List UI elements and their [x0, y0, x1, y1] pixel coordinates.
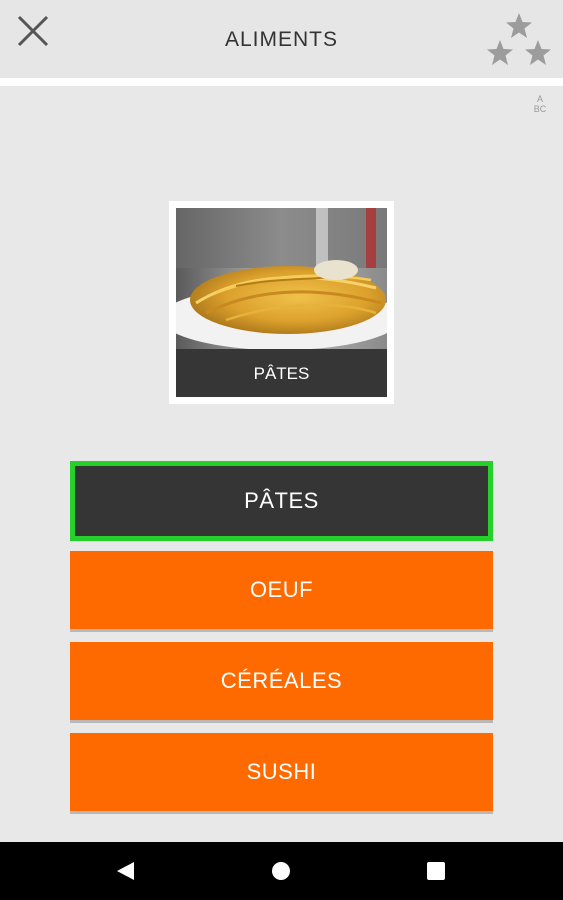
stars-button[interactable] [483, 10, 555, 70]
abc-icon[interactable]: A BC [529, 94, 551, 118]
recent-apps-icon [427, 862, 445, 880]
flashcard: PÂTES [169, 201, 394, 404]
answer-button[interactable]: SUSHI [70, 733, 493, 811]
system-nav-bar [0, 842, 563, 900]
nav-home-button[interactable] [266, 856, 296, 886]
abc-icon-top: A [536, 94, 543, 104]
page-title: ALIMENTS [224, 28, 339, 51]
stars-icon [487, 13, 551, 65]
answer-list: PÂTES OEUF CÉRÉALES SUSHI [70, 461, 493, 824]
screen: ALIMENTS A BC PÂTES PÂTES OEUF CÉRÉALES … [0, 0, 563, 900]
header-divider [0, 78, 563, 86]
answer-button[interactable]: OEUF [70, 551, 493, 629]
abc-icon-bottom: BC [533, 104, 547, 114]
pasta-photo: PÂTES [176, 208, 387, 397]
top-bar: ALIMENTS [0, 0, 563, 78]
home-icon [272, 862, 290, 880]
back-icon [117, 862, 134, 880]
nav-back-button[interactable] [110, 856, 140, 886]
nav-recent-button[interactable] [421, 856, 451, 886]
answer-button[interactable]: CÉRÉALES [70, 642, 493, 720]
card-caption: PÂTES [176, 349, 387, 397]
answer-button-correct[interactable]: PÂTES [70, 461, 493, 541]
